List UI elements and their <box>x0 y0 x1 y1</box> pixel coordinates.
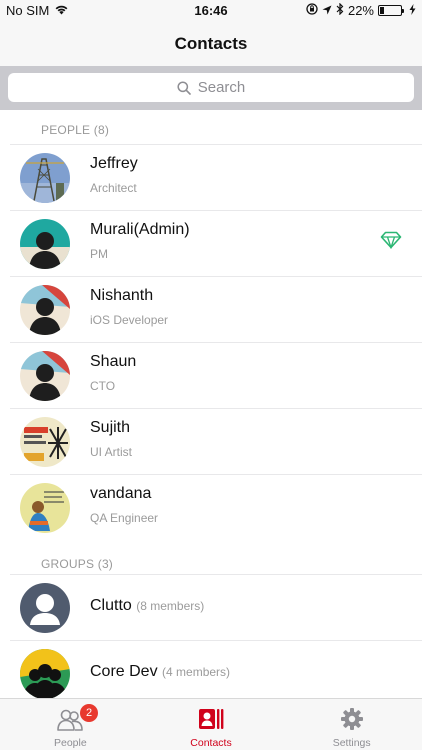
avatar <box>20 219 70 269</box>
status-bar-right: 22% <box>306 2 416 18</box>
navigation-bar: Contacts <box>0 22 422 66</box>
groups-section-header: GROUPS (3) <box>41 557 114 571</box>
avatar <box>20 351 70 401</box>
contact-info: vandana QA Engineer <box>90 475 362 541</box>
contact-row-nishanth[interactable]: Nishanth iOS Developer <box>10 276 422 342</box>
tab-label: Settings <box>332 737 371 749</box>
group-title: Clutto (8 members) <box>90 597 204 615</box>
group-name: Clutto <box>90 597 132 614</box>
contacts-screen: No SIM 16:46 22% Contacts Search PEOPLE … <box>0 0 422 750</box>
contact-row-vandana[interactable]: vandana QA Engineer <box>10 474 422 540</box>
location-arrow-icon <box>322 3 332 18</box>
group-member-count: (4 members) <box>162 665 231 679</box>
battery-percent: 22% <box>347 3 374 18</box>
contact-info: Shaun CTO <box>90 343 362 409</box>
tab-label: People <box>53 737 87 749</box>
search-placeholder: Search <box>197 79 246 96</box>
diamond-icon <box>380 231 402 254</box>
tab-people[interactable]: 2 People <box>0 699 141 750</box>
search-input[interactable]: Search <box>8 73 414 102</box>
contact-info: Nishanth iOS Developer <box>90 277 362 343</box>
avatar <box>20 153 70 203</box>
contact-name: Murali(Admin) <box>90 221 190 238</box>
contact-row-murali[interactable]: Murali(Admin) PM <box>10 210 422 276</box>
contacts-list[interactable]: PEOPLE (8) Jeffrey Architect Murali(Admi… <box>0 110 422 698</box>
contact-role: PM <box>90 247 108 261</box>
contact-row-sujith[interactable]: Sujith UI Artist <box>10 408 422 474</box>
contact-name: Nishanth <box>90 287 154 304</box>
avatar <box>20 583 70 633</box>
contact-role: CTO <box>90 379 116 393</box>
battery-icon <box>378 5 404 16</box>
contact-role: iOS Developer <box>90 313 169 327</box>
avatar <box>20 417 70 467</box>
avatar <box>20 649 70 698</box>
page-title: Contacts <box>174 34 248 53</box>
gear-icon <box>340 707 364 736</box>
orientation-lock-icon <box>306 3 318 18</box>
tab-bar: 2 People Contacts Settings <box>0 698 422 750</box>
group-row-core-dev[interactable]: Core Dev (4 members) <box>10 640 422 698</box>
status-bar: No SIM 16:46 22% <box>0 0 422 22</box>
contact-info: Murali(Admin) PM <box>90 211 362 277</box>
people-section-header: PEOPLE (8) <box>41 123 110 137</box>
search-bar-container: Search <box>0 66 422 110</box>
contacts-card-icon <box>198 707 224 736</box>
bluetooth-icon <box>336 2 344 18</box>
group-name: Core Dev <box>90 663 158 680</box>
tab-label: Contacts <box>190 737 232 749</box>
tab-settings[interactable]: Settings <box>281 699 422 750</box>
group-title: Core Dev (4 members) <box>90 663 230 681</box>
charging-bolt-icon <box>409 3 416 18</box>
people-badge: 2 <box>80 704 98 722</box>
contact-name: Shaun <box>90 353 137 370</box>
contact-row-jeffrey[interactable]: Jeffrey Architect <box>10 144 422 210</box>
contact-role: Architect <box>90 181 137 195</box>
contact-name: Sujith <box>90 419 131 436</box>
contact-name: vandana <box>90 485 152 502</box>
contact-row-shaun[interactable]: Shaun CTO <box>10 342 422 408</box>
group-row-clutto[interactable]: Clutto (8 members) <box>10 574 422 640</box>
contact-name: Jeffrey <box>90 155 138 172</box>
search-icon <box>177 80 191 95</box>
contact-role: UI Artist <box>90 445 133 459</box>
avatar <box>20 483 70 533</box>
group-member-count: (8 members) <box>136 599 205 613</box>
contact-info: Sujith UI Artist <box>90 409 362 475</box>
contact-role: QA Engineer <box>90 511 159 525</box>
contact-info: Jeffrey Architect <box>90 145 362 211</box>
tab-contacts[interactable]: Contacts <box>141 699 282 750</box>
avatar <box>20 285 70 335</box>
